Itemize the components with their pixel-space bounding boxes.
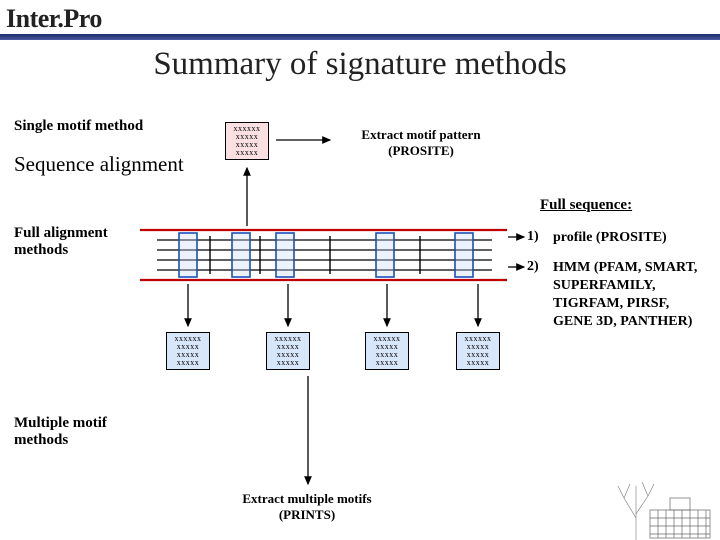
footer-illustration: [614, 478, 714, 540]
alignment-block: [140, 230, 507, 280]
diagram-svg: [0, 0, 720, 540]
building-icon: [648, 496, 712, 540]
